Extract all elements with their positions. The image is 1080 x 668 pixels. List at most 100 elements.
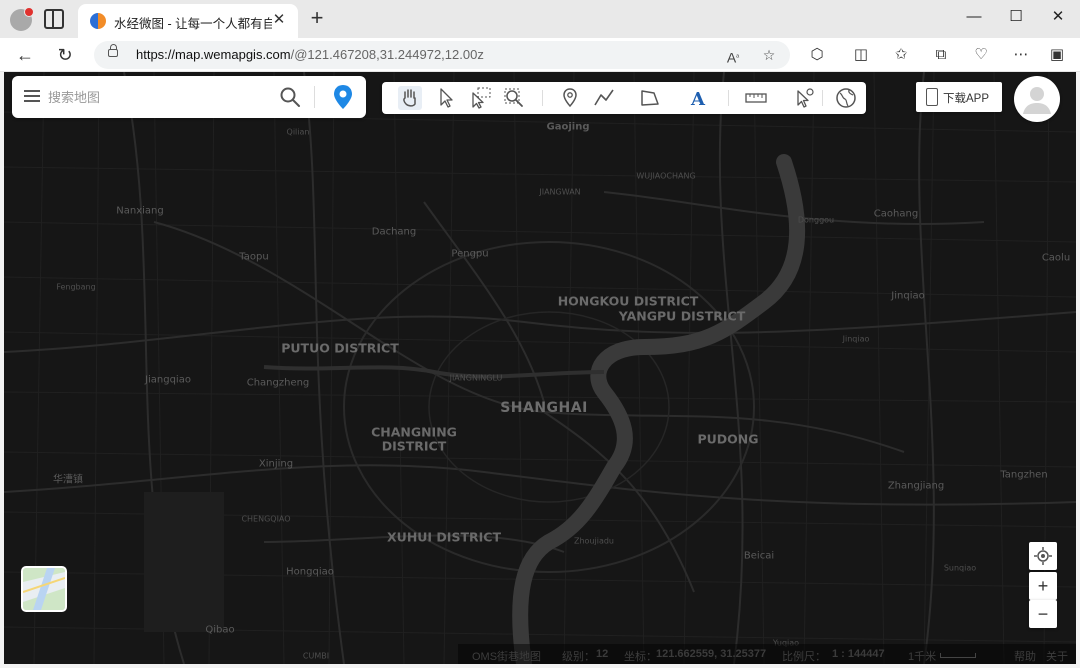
- map-label-tangzhen: Tangzhen: [1000, 469, 1048, 481]
- extensions-icon[interactable]: ⬡: [806, 45, 828, 65]
- map-label-caolu: Caolu: [1041, 252, 1071, 264]
- map-label-xinjing: Xinjing: [258, 458, 294, 470]
- svg-text:A: A: [690, 89, 706, 110]
- map-label-nanxiang: Nanxiang: [116, 205, 164, 217]
- tab-active[interactable]: 水经微图 - 让每一个人都有自己的 ✕: [78, 4, 298, 38]
- map-label-dachang: Dachang: [371, 226, 417, 238]
- search-icon[interactable]: [278, 85, 302, 109]
- read-aloud-icon[interactable]: Aₐ: [722, 45, 744, 66]
- tab-title: 水经微图 - 让每一个人都有自己的: [114, 17, 272, 31]
- more-menu-icon[interactable]: ⋯: [1010, 45, 1032, 65]
- map-label-zhangjiang: Zhangjiang: [887, 480, 945, 492]
- polygon-icon[interactable]: [638, 86, 662, 110]
- text-icon[interactable]: A: [686, 86, 710, 110]
- refresh-icon[interactable]: ↻: [52, 42, 78, 68]
- tools-divider: [728, 90, 729, 106]
- collections-icon[interactable]: ⧉: [930, 45, 952, 65]
- status-level-value: 12: [596, 648, 609, 660]
- download-app-label: 下载APP: [943, 93, 990, 105]
- tools-divider: [822, 90, 823, 106]
- map-label-jiangqiao: Jiangqiao: [145, 374, 191, 386]
- ruler-icon[interactable]: [744, 86, 768, 110]
- site-favicon-icon: [90, 13, 106, 29]
- map-basemap: [4, 72, 1076, 664]
- user-silhouette-icon: [1023, 87, 1051, 114]
- search-panel: [12, 76, 366, 118]
- tab-actions-icon[interactable]: [44, 9, 64, 29]
- map-label-chengqiao: CHENGQIAO: [241, 514, 291, 524]
- tab-strip: 水经微图 - 让每一个人都有自己的 ✕ + — ☐ ✕: [0, 0, 1080, 38]
- zoom-out-button[interactable]: −: [1029, 600, 1057, 628]
- basemap-switcher[interactable]: [21, 566, 67, 612]
- favorites-list-icon[interactable]: ✩: [890, 45, 912, 65]
- lock-icon[interactable]: [108, 44, 118, 57]
- pointer-select-icon[interactable]: [434, 86, 458, 110]
- maximize-icon[interactable]: ☐: [1000, 6, 1032, 28]
- map-label-yangpu: YANGPU DISTRICT: [618, 308, 746, 324]
- favorite-star-icon[interactable]: ☆: [758, 45, 780, 65]
- map-label-wujiaochang: WUJIAOCHANG: [636, 171, 696, 181]
- status-source[interactable]: OMS街巷地图: [472, 648, 541, 664]
- map-label-jiangninglu: JIANGNINGLU: [449, 373, 503, 383]
- map-label-sunqiao: Sunqiao: [943, 563, 977, 573]
- browser-essentials-icon[interactable]: ♡: [970, 45, 992, 65]
- profile-avatar-icon[interactable]: [10, 7, 34, 31]
- map-label-taopu: Taopu: [239, 251, 269, 263]
- phone-icon: [926, 88, 938, 106]
- url-text[interactable]: https://map.wemapgis.com/@121.467208,31.…: [136, 47, 484, 62]
- user-avatar[interactable]: [1014, 76, 1060, 122]
- minimize-icon[interactable]: —: [958, 6, 990, 28]
- status-scale-value: 1 : 144447: [832, 648, 885, 660]
- map-tools-bar: A: [382, 82, 866, 114]
- scale-bar: [940, 653, 976, 658]
- status-level-label: 级别：: [562, 651, 595, 663]
- map-label-pudong: PUDONG: [697, 431, 759, 447]
- map-label-shanghai: SHANGHAI: [500, 400, 588, 416]
- map-label-changzheng: Changzheng: [246, 377, 310, 389]
- window-close-icon[interactable]: ✕: [1042, 6, 1074, 28]
- map-label-hongqiao: Hongqiao: [286, 566, 334, 578]
- map-label-qibao: Qibao: [205, 624, 235, 636]
- place-marker-icon[interactable]: [558, 86, 582, 110]
- tools-divider: [542, 90, 543, 106]
- download-app-button[interactable]: 下载APP: [916, 82, 1002, 112]
- map-label-changning: CHANGNING: [371, 424, 457, 440]
- status-about-link[interactable]: 关于: [1046, 648, 1068, 664]
- search-input[interactable]: [48, 87, 268, 107]
- map-label-pengpu: Pengpu: [451, 248, 489, 260]
- tab-close-icon[interactable]: ✕: [268, 9, 290, 31]
- zoom-area-icon[interactable]: [502, 86, 526, 110]
- search-divider: [314, 86, 315, 108]
- map-label-donggou: Donggou: [797, 215, 835, 225]
- location-pin-icon[interactable]: [332, 84, 354, 110]
- map-status-bar: OMS街巷地图 级别： 12 坐标： 121.662559, 31.25377 …: [458, 644, 1076, 664]
- basemap-thumbnail-icon: [23, 568, 65, 610]
- status-coord-label: 坐标：: [624, 651, 657, 663]
- map-label-gaojing: Gaojing: [546, 121, 590, 133]
- map-label-changning-district: DISTRICT: [381, 438, 447, 454]
- map-label-qilian: Qilian: [286, 127, 310, 137]
- identify-icon[interactable]: [792, 86, 816, 110]
- new-tab-icon[interactable]: +: [306, 7, 328, 30]
- menu-icon[interactable]: [24, 90, 40, 102]
- map-canvas[interactable]: SHANGHAI HONGKOU DISTRICT YANGPU DISTRIC…: [4, 72, 1076, 664]
- box-select-icon[interactable]: [468, 86, 492, 110]
- split-screen-icon[interactable]: ◫: [850, 45, 872, 65]
- map-label-xuhui: XUHUI DISTRICT: [387, 529, 501, 545]
- status-help-link[interactable]: 帮助: [1014, 648, 1036, 664]
- sidebar-toggle-icon[interactable]: ▣: [1046, 45, 1068, 65]
- hand-pan-icon[interactable]: [398, 86, 422, 110]
- back-arrow-icon[interactable]: ←: [12, 42, 38, 68]
- zoom-in-button[interactable]: +: [1029, 572, 1057, 600]
- locate-crosshair-icon: [1034, 547, 1052, 565]
- locate-me-button[interactable]: [1029, 542, 1057, 570]
- map-label-jinqiao: Jinqiao: [891, 290, 925, 302]
- status-distance: 1千米: [908, 651, 937, 663]
- map-label-putuo: PUTUO DISTRICT: [281, 340, 399, 356]
- polyline-icon[interactable]: [592, 86, 616, 110]
- map-label-jiangwan: JIANGWAN: [539, 187, 581, 197]
- globe-icon[interactable]: [834, 86, 858, 110]
- map-label-cumbi: CUMBI: [302, 651, 330, 661]
- address-bar[interactable]: https://map.wemapgis.com/@121.467208,31.…: [94, 41, 790, 69]
- map-label-beicai: Beicai: [743, 550, 775, 562]
